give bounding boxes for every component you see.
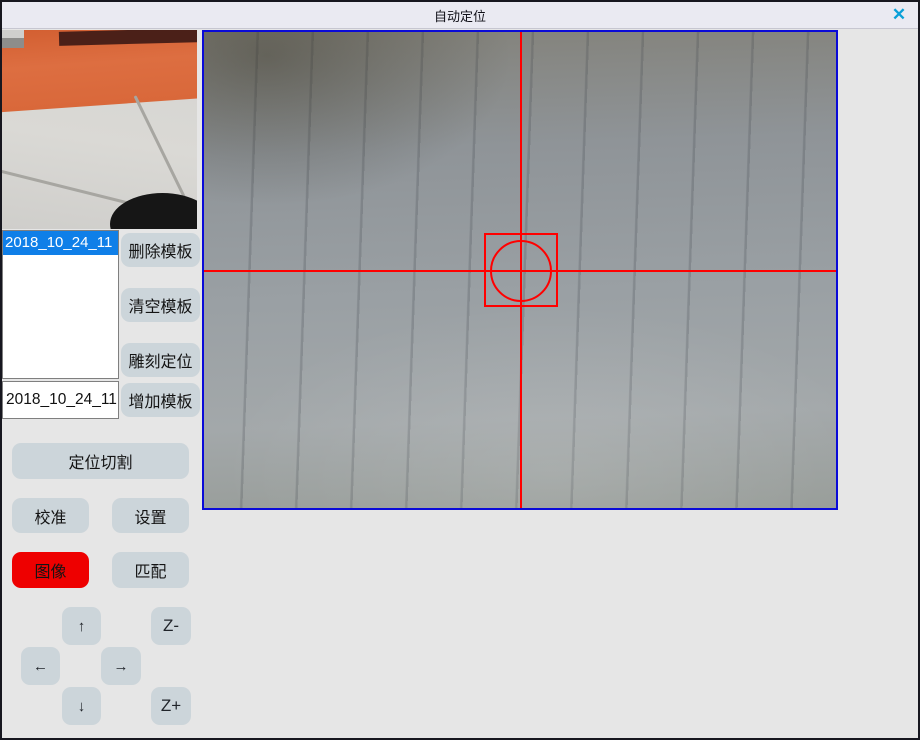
template-list[interactable]: 2018_10_24_11: [2, 230, 119, 379]
thumbnail-dark-object: [110, 193, 197, 229]
position-cut-button[interactable]: 定位切割: [12, 443, 189, 479]
jog-right-button[interactable]: →: [101, 647, 141, 685]
target-circle-overlay: [490, 240, 552, 302]
window-title: 自动定位: [434, 6, 486, 25]
jog-down-button[interactable]: ↓: [62, 687, 101, 725]
list-item[interactable]: 2018_10_24_11: [3, 231, 118, 255]
camera-thumbnail: [2, 30, 197, 229]
thumbnail-white-patch: [2, 30, 24, 38]
z-plus-button[interactable]: Z+: [151, 687, 191, 725]
calibrate-button[interactable]: 校准: [12, 498, 89, 533]
delete-template-button[interactable]: 删除模板: [121, 233, 200, 267]
titlebar[interactable]: 自动定位 ✕: [2, 2, 918, 29]
image-button[interactable]: 图像: [12, 552, 89, 588]
template-name-input[interactable]: [2, 381, 119, 419]
match-button[interactable]: 匹配: [112, 552, 189, 588]
auto-position-window: 自动定位 ✕ 2018_10_24_11 删除模板 清空模板 雕刻定位 增加模板…: [0, 0, 920, 740]
clear-template-button[interactable]: 清空模板: [121, 288, 200, 322]
engrave-position-button[interactable]: 雕刻定位: [121, 343, 200, 377]
camera-live-view: [202, 30, 838, 510]
close-icon[interactable]: ✕: [887, 4, 911, 26]
add-template-button[interactable]: 增加模板: [121, 383, 200, 417]
jog-up-button[interactable]: ↑: [62, 607, 101, 645]
jog-left-button[interactable]: ←: [21, 647, 60, 685]
settings-button[interactable]: 设置: [112, 498, 189, 533]
z-minus-button[interactable]: Z-: [151, 607, 191, 645]
